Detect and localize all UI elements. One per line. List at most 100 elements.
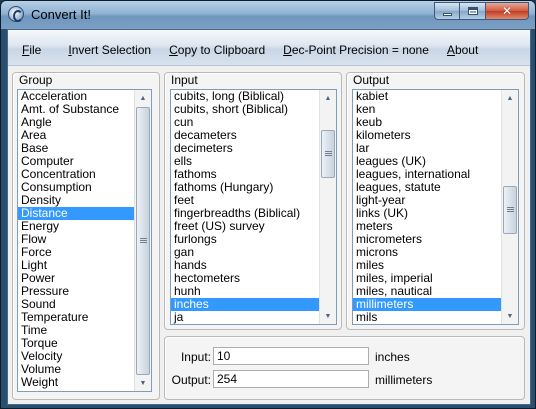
list-item[interactable]: miles (353, 259, 501, 272)
list-item[interactable]: decimeters (171, 142, 319, 155)
input-panel-title: Input (171, 73, 198, 87)
list-item[interactable]: freet (US) survey (171, 220, 319, 233)
list-item[interactable]: ja (171, 311, 319, 324)
app-icon[interactable] (8, 6, 24, 22)
scroll-grip-icon (325, 151, 332, 156)
input-scrollbar[interactable]: ▲ ▼ (319, 90, 336, 324)
list-item[interactable]: kabiet (353, 90, 501, 103)
menu-about[interactable]: About (438, 30, 487, 66)
list-item[interactable]: Volume (18, 363, 134, 376)
list-item[interactable]: meters (353, 220, 501, 233)
list-item[interactable]: gan (171, 246, 319, 259)
list-item[interactable]: keub (353, 116, 501, 129)
list-item[interactable]: inches (171, 298, 319, 311)
scroll-down-arrow-icon[interactable]: ▼ (135, 375, 151, 391)
list-item[interactable]: Force (18, 246, 134, 259)
maximize-icon (467, 7, 478, 15)
window-title: Convert It! (31, 7, 91, 22)
list-item[interactable]: Velocity (18, 350, 134, 363)
input-unit-label: inches (375, 350, 410, 364)
list-item[interactable]: Light (18, 259, 134, 272)
list-item[interactable]: Time (18, 324, 134, 337)
list-item[interactable]: cubits, short (Biblical) (171, 103, 319, 116)
list-item[interactable]: Distance (18, 207, 134, 220)
scroll-thumb[interactable] (136, 107, 150, 375)
list-item[interactable]: feet (171, 194, 319, 207)
output-panel-title: Output (353, 73, 390, 87)
list-item[interactable]: ken (353, 103, 501, 116)
output-value-field[interactable] (213, 370, 369, 388)
group-panel: Group Acceleration Amt. of Substance Angle… (12, 72, 160, 400)
input-value-field[interactable] (213, 347, 369, 365)
list-item[interactable]: micrometers (353, 233, 501, 246)
list-item[interactable]: Temperature (18, 311, 134, 324)
list-item[interactable]: Weight (18, 376, 134, 389)
list-item[interactable]: Power (18, 272, 134, 285)
list-item[interactable]: leagues (UK) (353, 155, 501, 168)
output-scrollbar[interactable]: ▲ ▼ (501, 90, 518, 324)
list-item[interactable]: miles, nautical (353, 285, 501, 298)
client-area: File Invert Selection Copy to Clipboard … (7, 29, 531, 405)
title-bar[interactable]: Convert It! ✕ (1, 1, 535, 29)
list-item[interactable]: cun (171, 116, 319, 129)
list-item[interactable]: Density (18, 194, 134, 207)
menu-file[interactable]: File (8, 30, 59, 66)
list-item[interactable]: hectometers (171, 272, 319, 285)
list-item[interactable]: cubits, long (Biblical) (171, 90, 319, 103)
list-item[interactable]: Consumption (18, 181, 134, 194)
list-item[interactable]: leagues, statute (353, 181, 501, 194)
list-item[interactable]: fingerbreadths (Biblical) (171, 207, 319, 220)
list-item[interactable]: furlongs (171, 233, 319, 246)
menu-file-label: ile (29, 42, 42, 57)
menu-about-label: bout (454, 42, 479, 57)
list-item[interactable]: Pressure (18, 285, 134, 298)
minimize-button[interactable] (434, 2, 460, 20)
close-button[interactable]: ✕ (486, 2, 529, 20)
output-listbox[interactable]: kabiet ken keub kilometers lar leagues (UK) le… (352, 89, 519, 325)
list-item[interactable]: Flow (18, 233, 134, 246)
list-item[interactable]: millimeters (353, 298, 501, 311)
list-item[interactable]: Sound (18, 298, 134, 311)
list-item[interactable]: lar (353, 142, 501, 155)
list-item[interactable]: hunh (171, 285, 319, 298)
list-item[interactable]: leagues, international (353, 168, 501, 181)
list-item[interactable]: Amt. of Substance (18, 103, 134, 116)
app-window: Convert It! ✕ File Invert Selection Copy… (0, 0, 536, 409)
list-item[interactable]: ells (171, 155, 319, 168)
scroll-thumb[interactable] (321, 130, 335, 178)
menu-invert-selection[interactable]: Invert Selection (59, 30, 160, 66)
list-item[interactable]: Concentration (18, 168, 134, 181)
output-list-items: kabiet ken keub kilometers lar leagues (UK) le… (353, 90, 501, 324)
list-item[interactable]: miles, imperial (353, 272, 501, 285)
list-item[interactable]: Computer (18, 155, 134, 168)
scroll-down-arrow-icon[interactable]: ▼ (502, 308, 518, 324)
list-item[interactable]: microns (353, 246, 501, 259)
list-item[interactable]: fathoms (Hungary) (171, 181, 319, 194)
output-value-label: Output: (171, 373, 211, 387)
scroll-up-arrow-icon[interactable]: ▲ (135, 90, 151, 106)
scroll-up-arrow-icon[interactable]: ▲ (502, 90, 518, 106)
list-item[interactable]: Area (18, 129, 134, 142)
menu-copy-to-clipboard[interactable]: Copy to Clipboard (160, 30, 274, 66)
list-item[interactable]: light-year (353, 194, 501, 207)
scroll-down-arrow-icon[interactable]: ▼ (320, 308, 336, 324)
maximize-button[interactable] (460, 2, 486, 20)
scroll-thumb[interactable] (503, 186, 517, 234)
menu-decimal-precision[interactable]: Dec-Point Precision = none (274, 30, 438, 66)
list-item[interactable]: mils (353, 311, 501, 324)
list-item[interactable]: decameters (171, 129, 319, 142)
list-item[interactable]: kilometers (353, 129, 501, 142)
group-listbox[interactable]: Acceleration Amt. of Substance Angle Area Ba… (17, 89, 152, 392)
list-item[interactable]: Acceleration (18, 90, 134, 103)
list-item[interactable]: fathoms (171, 168, 319, 181)
list-item[interactable]: Base (18, 142, 134, 155)
scroll-up-arrow-icon[interactable]: ▲ (320, 90, 336, 106)
list-item[interactable]: hands (171, 259, 319, 272)
list-item[interactable]: Torque (18, 337, 134, 350)
input-listbox[interactable]: cubits, long (Biblical) cubits, short (Bi… (170, 89, 337, 325)
group-scrollbar[interactable]: ▲ ▼ (134, 90, 151, 391)
list-item[interactable]: Angle (18, 116, 134, 129)
list-item[interactable]: Energy (18, 220, 134, 233)
group-list-items: Acceleration Amt. of Substance Angle Area Ba… (18, 90, 134, 389)
list-item[interactable]: links (UK) (353, 207, 501, 220)
